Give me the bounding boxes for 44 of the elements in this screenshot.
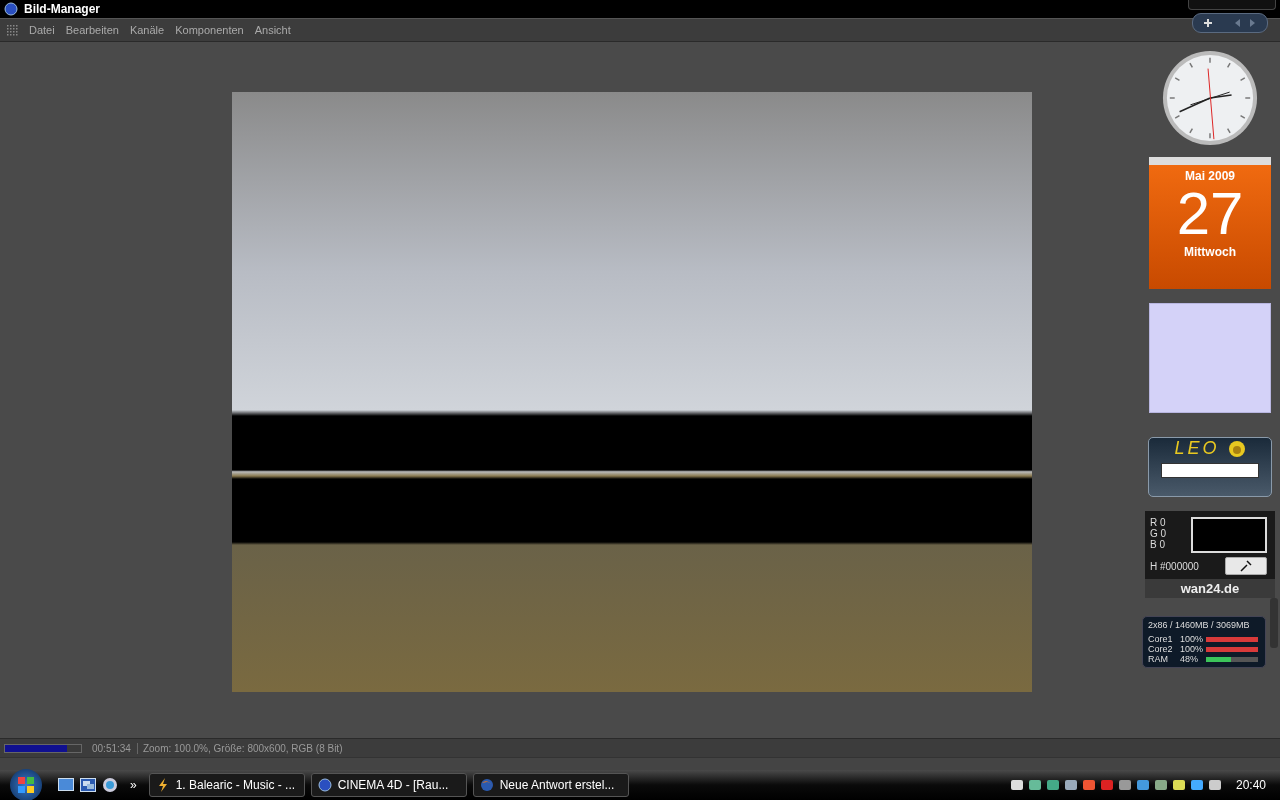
meter-label: RAM <box>1148 654 1169 664</box>
taskbar-button[interactable]: Neue Antwort erstel... <box>472 773 629 797</box>
channel-value: R 0 <box>1150 517 1167 528</box>
memory-summary: 2x86 / 1460MB / 3069MB <box>1148 620 1251 630</box>
grip-icon <box>6 24 18 36</box>
windows-icon[interactable] <box>80 778 96 792</box>
menu-item[interactable]: Komponenten <box>175 24 244 36</box>
horizontal-scrollbar[interactable] <box>0 757 1280 770</box>
brand-label: wan24.de <box>1145 579 1275 598</box>
globe-icon <box>479 778 494 792</box>
meter-label: Core2 <box>1148 644 1174 654</box>
taskbar-button[interactable]: 1. Balearic - Music - ... <box>148 773 305 797</box>
hex-value: H #000000 <box>1150 560 1199 572</box>
app-logo-icon <box>4 2 18 16</box>
menu-item[interactable]: Kanäle <box>129 24 165 36</box>
search-field[interactable] <box>1161 463 1259 478</box>
channel-value: B 0 <box>1150 539 1166 550</box>
calendar-month: Mai 2009 <box>1184 169 1235 183</box>
calendar-day: 27 <box>1176 183 1244 245</box>
windows-logo-icon <box>16 775 36 795</box>
tray-clock[interactable]: 20:40 <box>1235 778 1266 792</box>
taskbar-button[interactable]: CINEMA 4D - [Rau... <box>310 773 467 797</box>
sphere-icon <box>317 778 332 792</box>
gadget-toolbar[interactable] <box>1192 13 1268 33</box>
overflow-chevron[interactable]: » <box>130 778 137 792</box>
menu-item[interactable]: Bearbeiten <box>65 24 119 36</box>
meter-reading: 100% <box>1180 634 1205 644</box>
elapsed-time: 00:51:34 <box>86 742 138 754</box>
start-button[interactable] <box>10 769 42 800</box>
media-player-icon[interactable] <box>102 777 118 793</box>
meter-label: Core1 <box>1148 634 1174 644</box>
image-info: Zoom: 100.0%, Größe: 800x600, RGB (8 Bit) <box>141 742 343 754</box>
menu-item[interactable]: Ansicht <box>254 24 291 36</box>
leo-logo: LEO <box>1174 438 1220 459</box>
add-icon[interactable] <box>1202 18 1213 28</box>
window-title: Bild-Manager <box>24 2 100 16</box>
desktop-icon[interactable] <box>58 778 74 792</box>
meter-reading: 100% <box>1180 644 1205 654</box>
calendar-weekday: Mittwoch <box>1184 245 1236 259</box>
channel-value: G 0 <box>1150 528 1167 539</box>
eyedropper-button[interactable] <box>1225 557 1267 575</box>
meter-reading: 48% <box>1180 654 1199 664</box>
eyedropper-icon <box>1239 559 1253 573</box>
menu-item[interactable]: Datei <box>29 24 55 36</box>
